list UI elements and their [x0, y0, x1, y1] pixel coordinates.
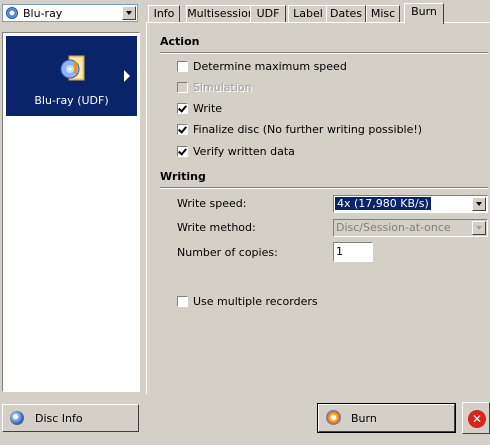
- close-icon: ✕: [468, 410, 486, 428]
- verify-data-label[interactable]: Verify written data: [193, 145, 295, 158]
- media-type-value: Blu-ray: [23, 7, 63, 20]
- write-method-value: Disc/Session-at-once: [336, 221, 451, 234]
- tab-info[interactable]: Info: [148, 5, 180, 22]
- burn-icon: [326, 410, 341, 425]
- media-type-select[interactable]: Blu-ray: [2, 4, 138, 22]
- chevron-down-icon: [472, 221, 486, 235]
- disc-icon: [6, 7, 18, 19]
- expand-arrow-icon: [124, 70, 130, 82]
- finalize-disc-label[interactable]: Finalize disc (No further writing possib…: [193, 123, 422, 136]
- tab-multisession[interactable]: Multisession: [186, 5, 256, 22]
- checkmark-icon: [178, 124, 187, 134]
- determine-max-speed-label[interactable]: Determine maximum speed: [193, 60, 347, 73]
- write-speed-value: 4x (17,980 KB/s): [335, 197, 431, 210]
- number-of-copies-label: Number of copies:: [177, 246, 278, 259]
- number-of-copies-input[interactable]: 1: [333, 242, 373, 262]
- write-method-label: Write method:: [177, 221, 256, 234]
- bluray-udf-icon: [60, 55, 85, 81]
- finalize-disc-checkbox[interactable]: [177, 124, 188, 135]
- checkmark-icon: [178, 146, 187, 156]
- write-label[interactable]: Write: [193, 102, 222, 115]
- action-section-title: Action: [160, 35, 200, 48]
- compilation-item-bluray-udf[interactable]: Blu-ray (UDF): [6, 36, 137, 116]
- determine-max-speed-checkbox[interactable]: [177, 61, 188, 72]
- compilation-list: Blu-ray (UDF): [2, 32, 140, 392]
- compilation-item-label: Blu-ray (UDF): [34, 94, 109, 107]
- use-multiple-recorders-label[interactable]: Use multiple recorders: [193, 295, 318, 308]
- checkmark-icon: [178, 103, 187, 113]
- write-speed-label: Write speed:: [177, 197, 247, 210]
- chevron-down-icon[interactable]: [472, 197, 486, 211]
- chevron-down-icon[interactable]: [122, 6, 136, 20]
- simulation-checkbox[interactable]: [177, 82, 188, 93]
- tab-dates[interactable]: Dates: [326, 5, 366, 22]
- cancel-button[interactable]: ✕: [462, 402, 490, 434]
- disc-info-label: Disc Info: [35, 412, 83, 425]
- burn-label: Burn: [351, 412, 377, 425]
- burn-tab-panel: Action Determine maximum speed Simulatio…: [146, 22, 490, 394]
- write-checkbox[interactable]: [177, 103, 188, 114]
- tab-udf[interactable]: UDF: [250, 5, 286, 22]
- tab-burn[interactable]: Burn: [404, 3, 444, 24]
- use-multiple-recorders-checkbox[interactable]: [177, 296, 188, 307]
- disc-info-button[interactable]: Disc Info: [2, 404, 139, 432]
- tab-strip: Info Multisession UDF Label Dates Misc B…: [146, 3, 490, 24]
- write-speed-select[interactable]: 4x (17,980 KB/s): [333, 195, 488, 213]
- writing-section-title: Writing: [160, 170, 206, 183]
- tab-label[interactable]: Label: [288, 5, 328, 22]
- burn-button[interactable]: Burn: [317, 403, 456, 433]
- verify-data-checkbox[interactable]: [177, 146, 188, 157]
- disc-info-icon: [10, 411, 24, 425]
- simulation-label: Simulation: [193, 81, 252, 94]
- writing-divider: [160, 187, 488, 189]
- write-method-select[interactable]: Disc/Session-at-once: [333, 219, 488, 237]
- number-of-copies-value: 1: [336, 245, 343, 258]
- tab-misc[interactable]: Misc: [366, 5, 400, 22]
- action-divider: [160, 52, 488, 54]
